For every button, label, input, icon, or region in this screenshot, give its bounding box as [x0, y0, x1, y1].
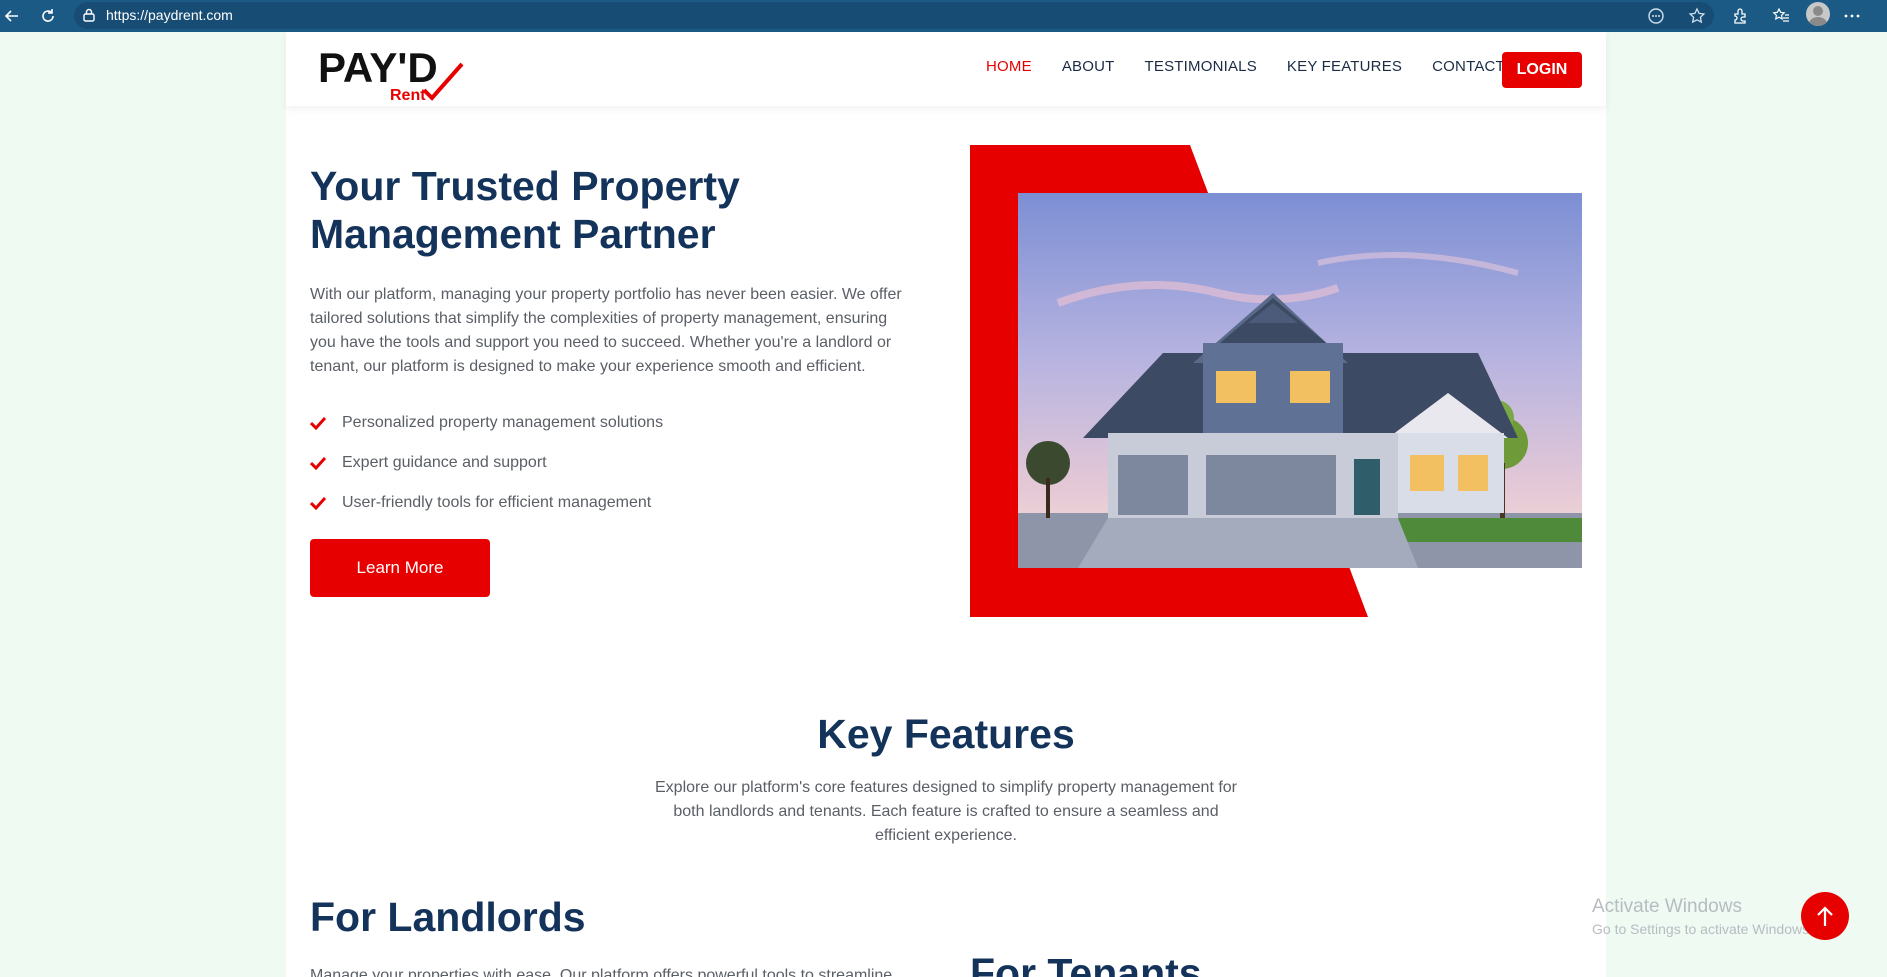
bullet-text: Expert guidance and support — [342, 454, 547, 471]
main-nav: HOME ABOUT TESTIMONIALS KEY FEATURES CON… — [986, 58, 1535, 75]
svg-text:Rent: Rent — [390, 87, 426, 102]
reader-icon[interactable] — [1644, 4, 1668, 28]
key-features-title: Key Features — [817, 711, 1075, 757]
login-button[interactable]: LOGIN — [1502, 52, 1582, 88]
hero-title: Your Trusted Property Management Partner — [310, 162, 830, 258]
list-item: Expert guidance and support — [310, 443, 870, 483]
house-photo — [1018, 193, 1582, 568]
activate-subtitle: Go to Settings to activate Windows. — [1592, 921, 1813, 937]
lock-icon — [82, 8, 96, 22]
bullet-text: Personalized property management solutio… — [342, 414, 664, 431]
hero-title-line-1: Your Trusted Property — [310, 163, 740, 209]
for-landlords-text: Manage your properties with ease. Our pl… — [310, 967, 893, 977]
favorites-icon[interactable] — [1769, 4, 1793, 28]
list-item: Personalized property management solutio… — [310, 403, 870, 443]
profile-icon[interactable] — [1806, 2, 1830, 26]
hero-description: With our platform, managing your propert… — [310, 286, 902, 375]
site-header: PAY'D Rent HOME ABOUT TESTIMONIALS KEY F… — [286, 32, 1606, 106]
nav-about[interactable]: ABOUT — [1062, 58, 1115, 75]
arrow-up-icon — [1817, 906, 1833, 926]
browser-toolbar: https://paydrent.com — [0, 0, 1887, 32]
check-icon — [310, 456, 326, 470]
nav-contact[interactable]: CONTACT — [1432, 58, 1505, 75]
for-tenants-title: For Tenants — [970, 950, 1202, 977]
activate-windows-watermark: Activate Windows Go to Settings to activ… — [1592, 896, 1813, 937]
learn-more-button[interactable]: Learn More — [310, 539, 490, 597]
hero-title-line-2: Management Partner — [310, 211, 716, 257]
key-features-description: Explore our platform's core features des… — [655, 779, 1237, 844]
logo[interactable]: PAY'D Rent — [316, 38, 486, 102]
check-icon — [310, 496, 326, 510]
activate-title: Activate Windows — [1592, 896, 1742, 917]
refresh-icon[interactable] — [36, 4, 60, 28]
svg-text:PAY'D: PAY'D — [318, 44, 438, 91]
back-arrow-icon[interactable] — [0, 4, 24, 28]
nav-testimonials[interactable]: TESTIMONIALS — [1145, 58, 1257, 75]
list-item: User-friendly tools for efficient manage… — [310, 483, 870, 523]
page-container: PAY'D Rent HOME ABOUT TESTIMONIALS KEY F… — [286, 32, 1606, 977]
for-landlords-title: For Landlords — [310, 894, 586, 940]
address-bar[interactable]: https://paydrent.com — [74, 2, 1714, 29]
extensions-icon[interactable] — [1728, 4, 1752, 28]
check-icon — [310, 416, 326, 430]
bullet-text: User-friendly tools for efficient manage… — [342, 494, 652, 511]
nav-home[interactable]: HOME — [986, 58, 1032, 75]
star-icon[interactable] — [1685, 4, 1709, 28]
nav-key-features[interactable]: KEY FEATURES — [1287, 58, 1402, 75]
more-icon[interactable] — [1840, 4, 1864, 28]
hero-bullet-list: Personalized property management solutio… — [310, 403, 870, 523]
scroll-to-top-button[interactable] — [1801, 892, 1849, 940]
url-text: https://paydrent.com — [106, 7, 233, 23]
